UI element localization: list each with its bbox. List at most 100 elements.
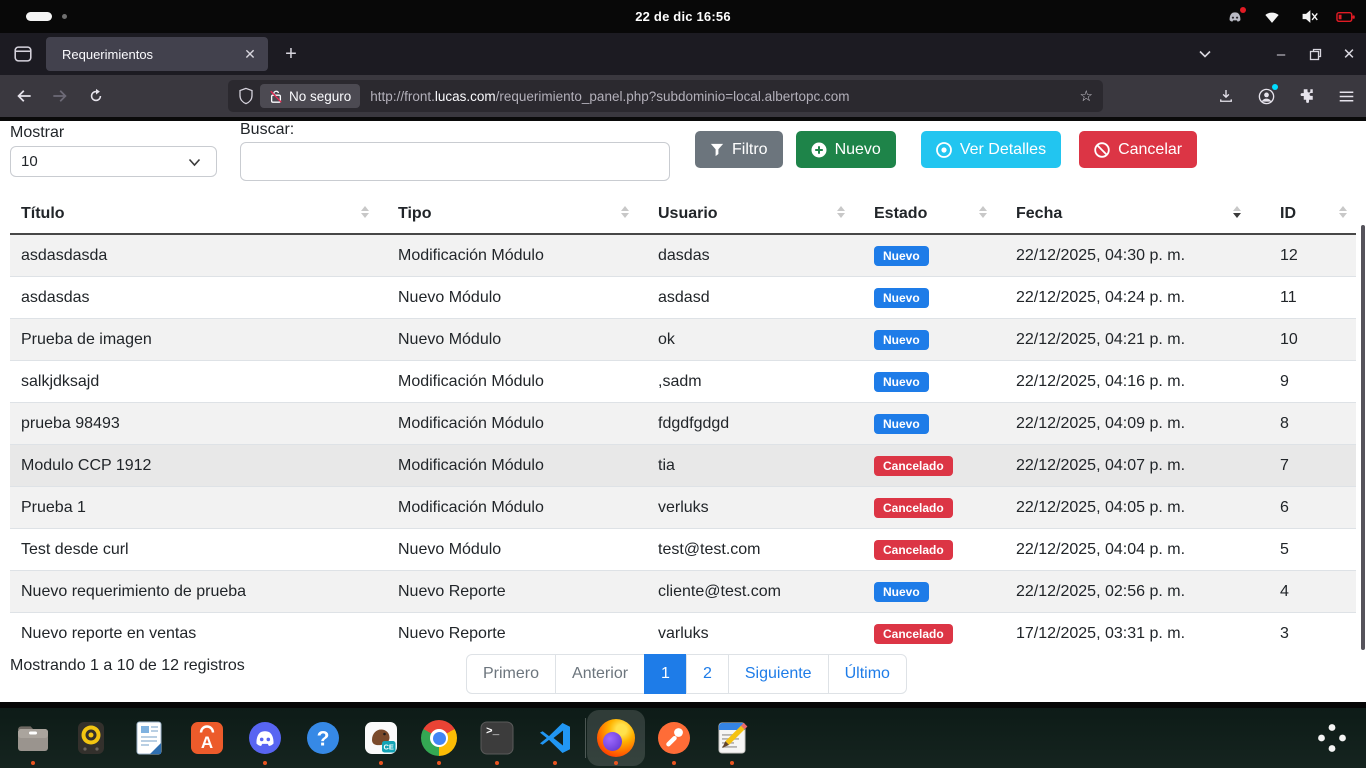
cell-titulo: Test desde curl [10,529,378,571]
account-icon[interactable] [1252,82,1280,110]
pagination-item-primero[interactable]: Primero [466,654,556,694]
cell-id: 7 [1250,445,1356,487]
battery-low-icon[interactable] [1336,7,1356,27]
volume-muted-icon[interactable] [1299,7,1319,27]
search-input[interactable] [240,142,670,181]
dock-icon-files[interactable] [4,710,62,766]
notification-dot [1240,7,1246,13]
cell-id: 12 [1250,234,1356,277]
cell-id: 4 [1250,571,1356,613]
col-header-usuario[interactable]: Usuario [638,195,854,234]
pagination-link[interactable]: Último [829,655,906,693]
nuevo-button[interactable]: Nuevo [796,131,896,168]
table-row[interactable]: asdasdasda Modificación Módulo dasdas Nu… [10,234,1356,277]
ver-detalles-button[interactable]: Ver Detalles [921,131,1061,168]
account-notification-dot [1272,84,1278,90]
table-row[interactable]: asdasdas Nuevo Módulo asdasd Nuevo 22/12… [10,277,1356,319]
dock-icon-firefox[interactable] [587,710,645,766]
ban-icon [1094,142,1110,158]
status-badge: Cancelado [874,456,953,476]
table-row[interactable]: Test desde curl Nuevo Módulo test@test.c… [10,529,1356,571]
toolbar-right-icons [1212,82,1360,110]
restore-button[interactable] [1298,39,1332,69]
table-row[interactable]: Prueba 1 Modificación Módulo verluks Can… [10,487,1356,529]
status-badge: Nuevo [874,246,929,266]
security-chip[interactable]: No seguro [260,84,360,108]
minimize-button[interactable]: – [1264,39,1298,69]
back-button[interactable] [10,82,38,110]
pagination-link[interactable]: 2 [687,655,728,693]
list-all-tabs-icon[interactable] [1188,39,1222,69]
cell-tipo: Nuevo Reporte [378,613,638,655]
filtro-button[interactable]: Filtro [695,131,783,168]
col-header-id[interactable]: ID [1250,195,1356,234]
filter-icon [710,143,724,157]
show-apps-button[interactable] [1312,718,1352,758]
system-tray[interactable] [1225,0,1356,33]
dock-icon-dbeaver[interactable]: CE [352,710,410,766]
tracking-shield-icon[interactable] [238,87,254,105]
table-row[interactable]: Modulo CCP 1912 Modificación Módulo tia … [10,445,1356,487]
clock[interactable]: 22 de dic 16:56 [0,0,1366,33]
pagination-link[interactable]: Siguiente [729,655,828,693]
col-header-tipo[interactable]: Tipo [378,195,638,234]
tab-requerimientos[interactable]: Requerimientos ✕ [46,37,268,71]
extensions-icon[interactable] [1292,82,1320,110]
pagination-item-anterior[interactable]: Anterior [555,654,645,694]
firefox-view-icon[interactable] [8,39,38,69]
page-size-select[interactable]: 10 [10,146,217,177]
dock-icon-help[interactable]: ? [294,710,352,766]
cell-tipo: Nuevo Módulo [378,277,638,319]
dock-separator [585,718,586,758]
dock-icon-postman[interactable] [645,710,703,766]
table-row[interactable]: Prueba de imagen Nuevo Módulo ok Nuevo 2… [10,319,1356,361]
cancelar-button[interactable]: Cancelar [1079,131,1197,168]
col-header-fecha[interactable]: Fecha [996,195,1250,234]
reload-button[interactable] [82,82,110,110]
dock-icon-vscode[interactable] [526,710,584,766]
dock-icon-libreoffice-writer[interactable] [120,710,178,766]
pagination-link[interactable]: Primero [467,655,555,693]
downloads-icon[interactable] [1212,82,1240,110]
table-row[interactable]: Nuevo requerimiento de prueba Nuevo Repo… [10,571,1356,613]
page-scrollbar[interactable] [1361,225,1365,650]
close-button[interactable]: ✕ [1332,39,1366,69]
menu-icon[interactable] [1332,82,1360,110]
os-top-bar: 22 de dic 16:56 [0,0,1366,33]
sort-icon [361,206,369,218]
cell-fecha: 22/12/2025, 04:09 p. m. [996,403,1250,445]
wifi-icon[interactable] [1262,7,1282,27]
pagination-item-1[interactable]: 1 [644,654,687,694]
cell-usuario: asdasd [638,277,854,319]
pagination-link[interactable]: 1 [645,655,686,693]
cell-fecha: 22/12/2025, 04:30 p. m. [996,234,1250,277]
cell-titulo: prueba 98493 [10,403,378,445]
discord-tray-icon[interactable] [1225,7,1245,27]
dock-icon-text-editor[interactable] [703,710,761,766]
cell-usuario: fdgdfgdgd [638,403,854,445]
table-row[interactable]: prueba 98493 Modificación Módulo fdgdfgd… [10,403,1356,445]
pagination-item-siguiente[interactable]: Siguiente [728,654,829,694]
new-tab-button[interactable]: + [276,39,306,69]
pagination-item-2[interactable]: 2 [686,654,729,694]
dock-icon-discord[interactable] [236,710,294,766]
pagination-link[interactable]: Anterior [556,655,644,693]
dock-icon-app-center[interactable]: A [178,710,236,766]
cell-tipo: Modificación Módulo [378,361,638,403]
url-text: http://front.lucas.com/requerimiento_pan… [370,89,1079,104]
bookmark-star-icon[interactable]: ☆ [1080,87,1093,105]
col-header-titulo[interactable]: Título [10,195,378,234]
url-bar[interactable]: No seguro http://front.lucas.com/requeri… [228,80,1103,112]
pagination-item-último[interactable]: Último [828,654,907,694]
forward-button[interactable] [46,82,74,110]
dock-icon-rhythmbox[interactable] [62,710,120,766]
cell-estado: Nuevo [854,277,996,319]
cell-estado: Nuevo [854,234,996,277]
table-row[interactable]: salkjdksajd Modificación Módulo ,sadm Nu… [10,361,1356,403]
dock-icon-chrome[interactable] [410,710,468,766]
dock-icon-terminal[interactable]: >_ [468,710,526,766]
tab-close-icon[interactable]: ✕ [240,44,260,64]
col-header-estado[interactable]: Estado [854,195,996,234]
table-row[interactable]: Nuevo reporte en ventas Nuevo Reporte va… [10,613,1356,655]
status-badge: Cancelado [874,498,953,518]
